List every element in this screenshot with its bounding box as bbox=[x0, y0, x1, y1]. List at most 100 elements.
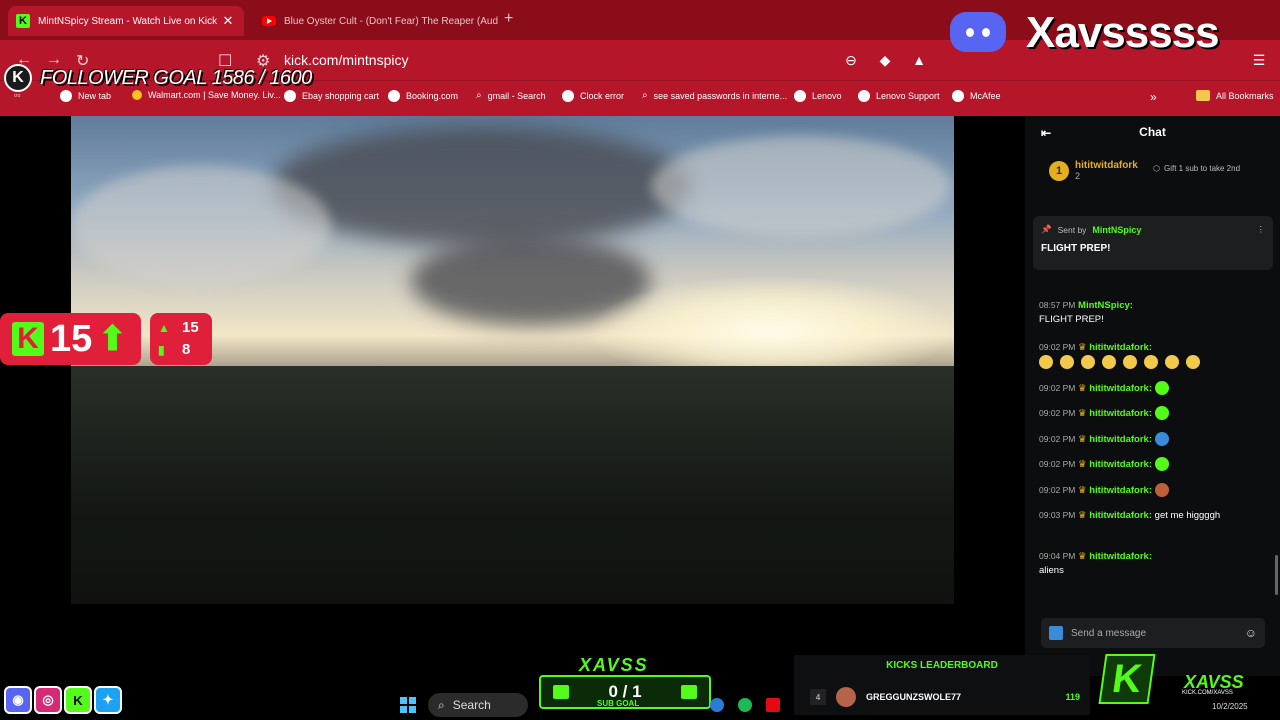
pin-icon: 📌 bbox=[1041, 224, 1052, 234]
xavss-logo: K XAVSS KICK.COM/XAVSS bbox=[1098, 650, 1280, 710]
emote-icon bbox=[1186, 355, 1200, 369]
crown-icon: ♛ bbox=[1078, 383, 1087, 394]
zoom-icon[interactable]: ⊖ bbox=[842, 52, 860, 69]
emote-icon bbox=[1154, 432, 1169, 447]
brave-shield-icon[interactable]: ◆ bbox=[876, 52, 894, 69]
crown-icon: ♛ bbox=[1078, 510, 1087, 521]
menu-icon[interactable]: ☰ bbox=[1250, 52, 1268, 69]
kicks-leaderboard-title: KICKS LEADERBOARD bbox=[886, 660, 998, 671]
globe-icon bbox=[794, 90, 806, 102]
kick-emote-picker-icon[interactable] bbox=[1049, 626, 1063, 640]
bookmark-lenovo[interactable]: Lenovo bbox=[794, 90, 842, 102]
crown-icon: ♛ bbox=[1078, 408, 1087, 419]
follower-goal: K FOLLOWER GOAL 1586 / 1600 bbox=[4, 64, 312, 92]
chat-username[interactable]: hititwitdafork: bbox=[1089, 383, 1152, 394]
bookmark-booking[interactable]: Booking.com bbox=[388, 90, 458, 102]
brand-title: Xavsssss bbox=[1026, 8, 1220, 57]
chat-username[interactable]: hititwitdafork: bbox=[1089, 408, 1152, 419]
globe-icon bbox=[562, 90, 574, 102]
follower-goal-text: FOLLOWER GOAL 1586 / 1600 bbox=[40, 66, 312, 89]
chat-username[interactable]: hititwitdafork: bbox=[1089, 485, 1152, 496]
kick-icon: K bbox=[64, 686, 92, 714]
chat-message: 09:02 PM ♛ hititwitdafork: bbox=[1039, 340, 1271, 370]
all-bookmarks-button[interactable]: All Bookmarks bbox=[1196, 90, 1274, 101]
spotify-icon[interactable] bbox=[738, 698, 752, 712]
chat-message: 09:03 PM ♛ hititwitdafork: get me higggg… bbox=[1039, 510, 1221, 521]
chat-message: 08:57 PM MintNSpicy: FLIGHT PREP! bbox=[1039, 300, 1133, 325]
chat-text: FLIGHT PREP! bbox=[1039, 314, 1104, 325]
bookmark-gmail-search[interactable]: ⌕ gmail - Search bbox=[476, 90, 546, 102]
cloud-shape bbox=[71, 166, 331, 286]
cloud-shape bbox=[651, 136, 951, 236]
bookmark-lenovo-support[interactable]: Lenovo Support bbox=[858, 90, 940, 102]
chat-username[interactable]: hititwitdafork: bbox=[1089, 510, 1152, 521]
chat-username[interactable]: hititwitdafork: bbox=[1089, 551, 1152, 562]
emote-icon bbox=[1154, 483, 1169, 498]
tab-mintnspicy[interactable]: K MintNSpicy Stream - Watch Live on Kick… bbox=[8, 6, 244, 36]
viewers-count: 8 bbox=[182, 341, 191, 358]
discord-icon: ◉ bbox=[4, 686, 32, 714]
crown-icon: ♛ bbox=[1078, 459, 1087, 470]
crown-icon: ♛ bbox=[1078, 485, 1087, 496]
pinned-message[interactable]: 📌 Sent by MintNSpicy ⋮ FLIGHT PREP! bbox=[1033, 216, 1273, 270]
search-icon: ⌕ bbox=[642, 90, 648, 101]
emote-icon bbox=[1154, 457, 1169, 472]
instagram-icon: ◎ bbox=[34, 686, 62, 714]
edge-icon[interactable] bbox=[710, 698, 724, 712]
kicks-leaderboard-row: 4 GREGGUNZSWOLE77 119 bbox=[810, 685, 1080, 709]
bookmark-clock-error[interactable]: Clock error bbox=[562, 90, 624, 102]
gift-note[interactable]: ⬡ Gift 1 sub to take 2nd bbox=[1153, 164, 1245, 173]
chat-username[interactable]: hititwitdafork: bbox=[1089, 342, 1152, 353]
chat-header: ⇤ Chat bbox=[1025, 116, 1280, 148]
leader-sub-count: 2 bbox=[1075, 171, 1081, 181]
taskbar-date: 10/2/2025 bbox=[1212, 702, 1248, 711]
chat-message: 09:02 PM ♛ hititwitdafork: bbox=[1039, 483, 1271, 498]
emote-icon bbox=[1154, 406, 1169, 421]
followers-count: 15 bbox=[182, 319, 199, 336]
emote-icon bbox=[1123, 355, 1137, 369]
brave-rewards-icon[interactable]: ▲ bbox=[910, 52, 928, 68]
emoji-icon[interactable]: ☺ bbox=[1245, 626, 1257, 640]
netflix-icon[interactable] bbox=[766, 698, 780, 712]
gift-leaderboard-top[interactable]: 1 hititwitdafork 2 bbox=[1049, 160, 1138, 181]
kick-logo-icon: K bbox=[4, 64, 32, 92]
sub-goal-brand: XAVSS bbox=[579, 655, 649, 675]
kick-logo-icon: K bbox=[1098, 654, 1156, 704]
close-tab-icon[interactable]: ✕ bbox=[220, 13, 236, 29]
kicks-rank: 4 bbox=[810, 689, 826, 705]
youtube-favicon-icon bbox=[262, 16, 276, 26]
search-icon: ⌕ bbox=[438, 697, 445, 712]
tab-title: Blue Oyster Cult - (Don't Fear) The Reap… bbox=[284, 15, 498, 27]
emote-icon bbox=[1144, 355, 1158, 369]
bookmark-mcafee[interactable]: McAfee bbox=[952, 90, 1001, 102]
windows-start-icon[interactable] bbox=[400, 697, 416, 713]
taskbar-search[interactable]: ⌕ Search bbox=[428, 693, 528, 717]
chat-title: Chat bbox=[1139, 125, 1166, 139]
collapse-chat-icon[interactable]: ⇤ bbox=[1041, 126, 1051, 140]
chat-input[interactable]: Send a message ☺ bbox=[1041, 618, 1265, 648]
chat-username[interactable]: hititwitdafork: bbox=[1089, 459, 1152, 470]
more-options-icon[interactable]: ⋮ bbox=[1257, 224, 1266, 235]
chat-username[interactable]: MintNSpicy: bbox=[1078, 300, 1133, 311]
new-tab-button[interactable]: + bbox=[504, 10, 513, 28]
chat-username[interactable]: hititwitdafork: bbox=[1089, 434, 1152, 445]
crown-icon: ♛ bbox=[1078, 551, 1087, 562]
bar-chart-icon: ▮ bbox=[158, 342, 165, 357]
social-links: ◉ ◎ K ✦ bbox=[4, 686, 122, 714]
kick-count: 15 bbox=[50, 317, 93, 360]
bookmark-saved-passwords[interactable]: ⌕ see saved passwords in interne... bbox=[642, 90, 787, 102]
chat-message: 09:02 PM ♛ hititwitdafork: bbox=[1039, 432, 1271, 447]
more-bookmarks-button[interactable]: » bbox=[1150, 90, 1157, 104]
kick-counter: K 15 ⬆ bbox=[0, 313, 141, 365]
chat-scrollbar[interactable] bbox=[1275, 555, 1278, 595]
pinned-username: MintNSpicy bbox=[1092, 224, 1142, 235]
up-arrow-icon: ⬆ bbox=[98, 320, 127, 358]
logo-subtext: KICK.COM/XAVSS bbox=[1182, 690, 1233, 696]
globe-icon bbox=[952, 90, 964, 102]
cloud-shape bbox=[271, 126, 691, 246]
crown-icon: ♛ bbox=[1078, 434, 1087, 445]
tab-youtube[interactable]: Blue Oyster Cult - (Don't Fear) The Reap… bbox=[258, 6, 498, 36]
chat-text: get me higgggh bbox=[1154, 510, 1221, 521]
emote-icon bbox=[1081, 355, 1095, 369]
chat-text: aliens bbox=[1039, 565, 1064, 576]
